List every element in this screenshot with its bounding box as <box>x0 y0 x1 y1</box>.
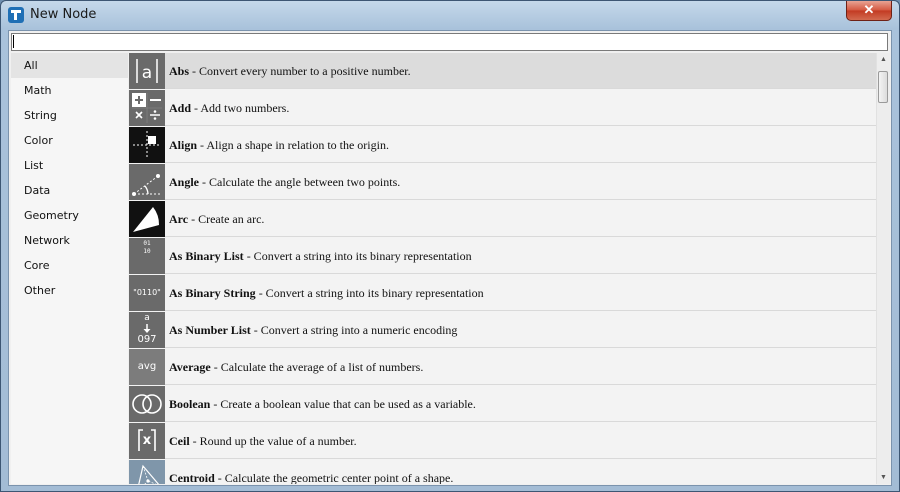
node-name: Average <box>169 360 211 374</box>
node-name: Align <box>169 138 198 152</box>
node-name: Centroid <box>169 471 215 484</box>
node-desc: - Add two numbers. <box>191 101 290 115</box>
node-desc: - Create a boolean value that can be use… <box>210 397 476 411</box>
node-row-ceil[interactable]: x Ceil - Round up the value of a number. <box>129 423 878 459</box>
node-desc: - Convert a string into a numeric encodi… <box>250 323 458 337</box>
category-color[interactable]: Color <box>11 128 128 153</box>
category-string[interactable]: String <box>11 103 128 128</box>
app-icon <box>8 7 24 23</box>
node-desc: - Calculate the average of a list of num… <box>210 360 424 374</box>
close-icon: ✕ <box>863 2 875 17</box>
window-title: New Node <box>30 7 97 22</box>
category-data[interactable]: Data <box>11 178 128 203</box>
node-row-boolean[interactable]: Boolean - Create a boolean value that ca… <box>129 386 878 422</box>
align-icon <box>129 127 165 163</box>
node-name: Arc <box>169 212 189 226</box>
node-name: As Binary String <box>169 286 256 300</box>
category-list[interactable]: List <box>11 153 128 178</box>
search-input[interactable] <box>11 33 888 51</box>
abs-icon: a <box>129 53 165 89</box>
angle-icon <box>129 164 165 200</box>
node-desc: - Calculate the geometric center point o… <box>214 471 454 484</box>
node-row-as-binary-list[interactable]: 0110 As Binary List - Convert a string i… <box>129 238 878 274</box>
binary-string-icon: "0110" <box>129 275 165 311</box>
scroll-up-arrow-icon[interactable]: ▲ <box>877 53 890 66</box>
node-row-as-binary-string[interactable]: "0110" As Binary String - Convert a stri… <box>129 275 878 311</box>
node-desc: - Round up the value of a number. <box>189 434 357 448</box>
node-name: Ceil <box>169 434 190 448</box>
category-math[interactable]: Math <box>11 78 128 103</box>
number-list-icon: a 097 <box>129 312 165 348</box>
text-caret <box>13 35 14 48</box>
node-desc: - Convert a string into its binary repre… <box>243 249 472 263</box>
boolean-icon <box>129 386 165 422</box>
node-desc: - Calculate the angle between two points… <box>199 175 401 189</box>
category-other[interactable]: Other <box>11 278 128 303</box>
category-core[interactable]: Core <box>11 253 128 278</box>
math-operators-icon <box>129 90 165 126</box>
node-row-angle[interactable]: Angle - Calculate the angle between two … <box>129 164 878 200</box>
node-row-arc[interactable]: Arc - Create an arc. <box>129 201 878 237</box>
node-list: a Abs - Convert every number to a positi… <box>129 53 878 484</box>
svg-text:a: a <box>142 63 152 83</box>
node-name: As Number List <box>169 323 251 337</box>
node-row-as-number-list[interactable]: a 097 As Number List - Convert a string … <box>129 312 878 348</box>
node-name: Boolean <box>169 397 211 411</box>
category-geometry[interactable]: Geometry <box>11 203 128 228</box>
dialog-body: All Math String Color List Data Geometry… <box>8 30 892 486</box>
node-name: Add <box>169 101 192 115</box>
category-network[interactable]: Network <box>11 228 128 253</box>
category-all[interactable]: All <box>11 53 128 78</box>
node-desc: - Create an arc. <box>188 212 265 226</box>
title-bar[interactable]: New Node ✕ <box>1 1 899 30</box>
vertical-scrollbar[interactable]: ▲ ▼ <box>876 53 890 484</box>
binary-list-icon: 0110 <box>129 238 165 274</box>
scroll-down-arrow-icon[interactable]: ▼ <box>877 471 890 484</box>
node-row-average[interactable]: avg Average - Calculate the average of a… <box>129 349 878 385</box>
node-name: As Binary List <box>169 249 244 263</box>
node-desc: - Convert a string into its binary repre… <box>255 286 484 300</box>
arc-icon <box>129 201 165 237</box>
category-sidebar: All Math String Color List Data Geometry… <box>11 53 128 484</box>
node-desc: - Convert every number to a positive num… <box>189 64 411 78</box>
node-row-abs[interactable]: a Abs - Convert every number to a positi… <box>129 53 878 89</box>
node-name: Abs <box>169 64 190 78</box>
node-name: Angle <box>169 175 199 189</box>
new-node-window: New Node ✕ All Math String Color List Da… <box>0 0 900 492</box>
node-row-add[interactable]: Add - Add two numbers. <box>129 90 878 126</box>
scrollbar-thumb[interactable] <box>878 71 888 103</box>
ceil-icon: x <box>129 423 165 459</box>
close-button[interactable]: ✕ <box>846 1 892 21</box>
node-desc: - Align a shape in relation to the origi… <box>197 138 389 152</box>
node-row-align[interactable]: Align - Align a shape in relation to the… <box>129 127 878 163</box>
average-icon: avg <box>129 349 165 385</box>
centroid-icon <box>129 460 165 484</box>
node-row-centroid[interactable]: Centroid - Calculate the geometric cente… <box>129 460 878 484</box>
